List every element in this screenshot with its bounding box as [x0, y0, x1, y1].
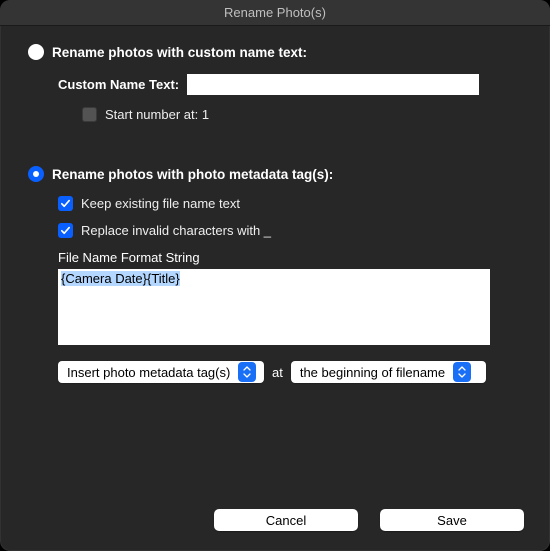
option-custom-name-row[interactable]: Rename photos with custom name text: [28, 44, 522, 60]
dialog-footer: Cancel Save [214, 509, 524, 531]
cancel-button-label: Cancel [266, 513, 306, 528]
rename-photos-dialog: Rename Photo(s) Rename photos with custo… [0, 0, 550, 551]
cancel-button[interactable]: Cancel [214, 509, 358, 531]
updown-stepper-icon [238, 362, 256, 382]
position-select[interactable]: the beginning of filename [291, 361, 486, 383]
format-string-label: File Name Format String [58, 250, 522, 265]
start-number-checkbox[interactable] [82, 107, 97, 122]
keep-existing-label: Keep existing file name text [81, 196, 240, 211]
format-string-textarea[interactable]: {Camera Date}{Title} [58, 269, 490, 345]
replace-invalid-checkbox[interactable] [58, 223, 73, 238]
radio-custom-name-label: Rename photos with custom name text: [52, 45, 307, 60]
start-number-label: Start number at: 1 [105, 107, 209, 122]
save-button-label: Save [437, 513, 467, 528]
at-label: at [272, 365, 283, 380]
position-select-value: the beginning of filename [300, 365, 445, 380]
keep-existing-checkbox[interactable] [58, 196, 73, 211]
insert-tag-select-value: Insert photo metadata tag(s) [67, 365, 230, 380]
updown-stepper-icon [453, 362, 471, 382]
replace-invalid-row[interactable]: Replace invalid characters with _ [58, 223, 522, 238]
keep-existing-row[interactable]: Keep existing file name text [58, 196, 522, 211]
dialog-content: Rename photos with custom name text: Cus… [0, 26, 550, 383]
radio-custom-name[interactable] [28, 44, 44, 60]
radio-metadata-label: Rename photos with photo metadata tag(s)… [52, 167, 333, 182]
insert-tag-row: Insert photo metadata tag(s) at the begi… [58, 361, 522, 383]
start-number-row[interactable]: Start number at: 1 [82, 107, 522, 122]
format-string-value: {Camera Date}{Title} [61, 271, 180, 286]
custom-name-input-row: Custom Name Text: [58, 74, 522, 95]
titlebar: Rename Photo(s) [0, 0, 550, 26]
save-button[interactable]: Save [380, 509, 524, 531]
window-title: Rename Photo(s) [224, 5, 326, 20]
format-string-block: File Name Format String {Camera Date}{Ti… [58, 250, 522, 345]
custom-name-field-label: Custom Name Text: [58, 77, 179, 92]
custom-name-input[interactable] [187, 74, 479, 95]
option-metadata-row[interactable]: Rename photos with photo metadata tag(s)… [28, 166, 522, 182]
radio-metadata[interactable] [28, 166, 44, 182]
replace-invalid-label: Replace invalid characters with _ [81, 223, 271, 238]
insert-tag-select[interactable]: Insert photo metadata tag(s) [58, 361, 264, 383]
metadata-section: Rename photos with photo metadata tag(s)… [28, 166, 522, 383]
